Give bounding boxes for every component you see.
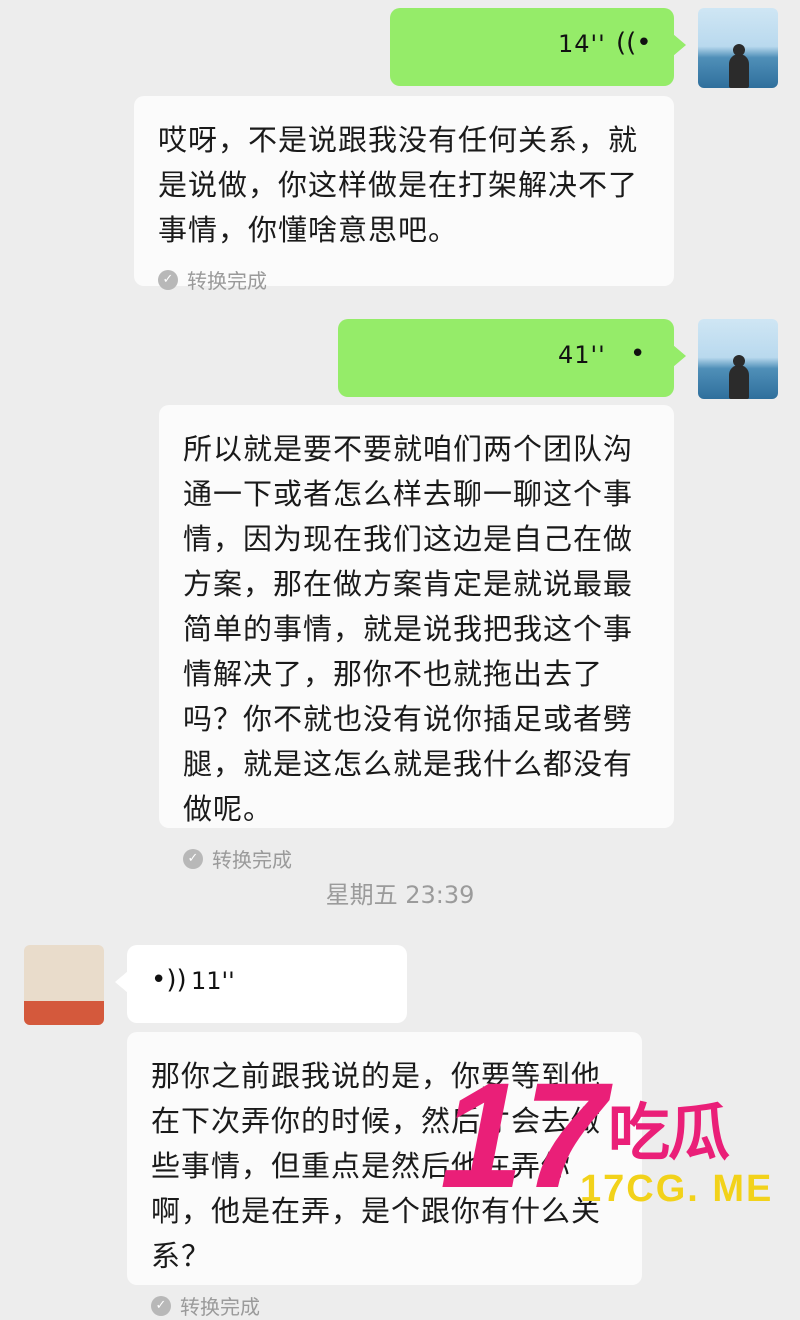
transcript-status: ✓ 转换完成 xyxy=(158,265,650,294)
voice-transcript-card[interactable]: 所以就是要不要就咱们两个团队沟通一下或者怎么样去聊一聊这个事情，因为现在我们这边… xyxy=(159,405,674,872)
voice-wave-icon: • xyxy=(630,339,646,369)
transcript-text: 哎呀，不是说跟我没有任何关系，就是说做，你这样做是在打架解决不了事情，你懂啥意思… xyxy=(158,123,639,247)
site-watermark: 17 吃瓜 17CG. ME xyxy=(440,1060,790,1220)
voice-duration: 11'' xyxy=(191,967,235,995)
voice-message-bubble[interactable]: •)) 11'' xyxy=(115,945,407,1023)
contact-avatar[interactable] xyxy=(24,945,104,1025)
voice-wave-icon: ((• xyxy=(616,28,652,58)
transcript-text: 所以就是要不要就咱们两个团队沟通一下或者怎么样去聊一聊这个事情，因为现在我们这边… xyxy=(183,432,634,826)
watermark-url: 17CG. ME xyxy=(580,1168,774,1210)
voice-wave-icon: •)) xyxy=(151,965,187,995)
avatar-figure xyxy=(729,355,749,399)
transcript-status-label: 转换完成 xyxy=(212,848,292,872)
chat-timestamp: 星期五 23:39 xyxy=(325,881,475,909)
voice-transcript-card[interactable]: 哎呀，不是说跟我没有任何关系，就是说做，你这样做是在打架解决不了事情，你懂啥意思… xyxy=(134,96,674,293)
voice-message-bubble[interactable]: 14'' ((• xyxy=(390,8,686,86)
avatar-figure xyxy=(729,44,749,88)
voice-message-bubble[interactable]: 41'' • xyxy=(338,319,686,397)
check-circle-icon: ✓ xyxy=(151,1295,171,1316)
self-avatar[interactable] xyxy=(698,8,778,88)
transcript-status: ✓ 转换完成 xyxy=(183,844,650,873)
avatar-band xyxy=(24,1001,104,1025)
transcript-status-label: 转换完成 xyxy=(187,269,267,293)
check-circle-icon: ✓ xyxy=(183,848,203,869)
self-avatar[interactable] xyxy=(698,319,778,399)
transcript-status-label: 转换完成 xyxy=(180,1295,260,1319)
watermark-chinese: 吃瓜 xyxy=(608,1096,730,1169)
voice-duration: 41'' xyxy=(558,341,606,369)
check-circle-icon: ✓ xyxy=(158,269,178,290)
voice-duration: 14'' xyxy=(558,30,606,58)
transcript-status: ✓ 转换完成 xyxy=(151,1291,618,1320)
